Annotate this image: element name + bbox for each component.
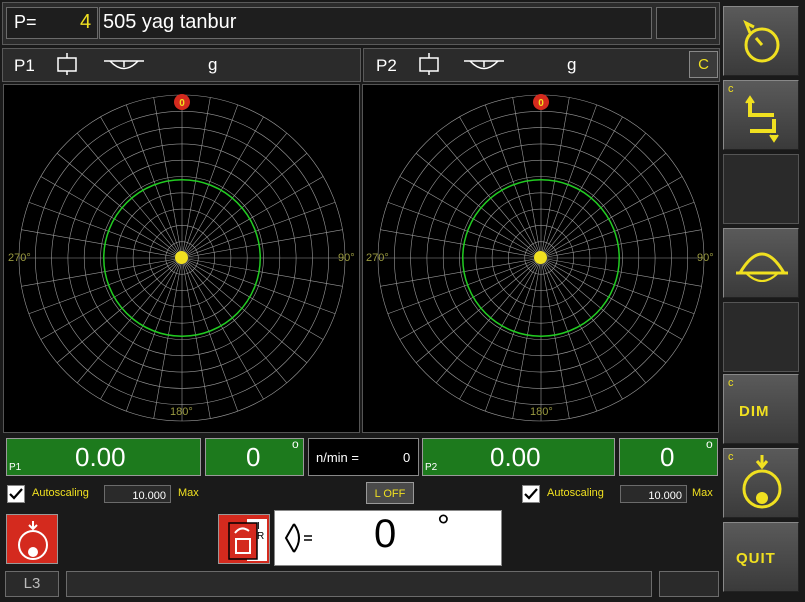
polar-grid-spoke xyxy=(540,132,647,259)
l-off-label: L OFF xyxy=(374,488,406,500)
transfer-button[interactable]: c xyxy=(723,80,799,150)
p1-amount: 0.00 xyxy=(75,442,126,472)
sensor-config-button[interactable] xyxy=(723,228,799,298)
quit-label: QUIT xyxy=(736,550,776,567)
polar-grid-spoke xyxy=(181,152,308,259)
plane2-c-button[interactable]: C xyxy=(689,51,718,78)
plane2-label: P2 xyxy=(376,56,397,75)
autoscaling-checkbox-p1[interactable] xyxy=(7,485,25,503)
zero-marker: 0 xyxy=(174,94,190,110)
angle-position-value: 0 xyxy=(374,512,397,556)
timer-icon xyxy=(743,19,780,63)
angle-position-unit: ° xyxy=(437,508,450,544)
angle-label-90: 90° xyxy=(338,252,355,264)
p2-degree-symbol: o xyxy=(706,437,713,451)
side-empty-1 xyxy=(723,154,799,224)
p2-amount: 0.00 xyxy=(490,442,541,472)
measure-cycle-button[interactable] xyxy=(723,6,799,76)
p1-angle: 0 xyxy=(246,442,261,472)
rotor-stop-icon xyxy=(18,521,48,560)
check-icon xyxy=(9,488,23,500)
plane-position-icon xyxy=(57,53,77,75)
side-empty-2 xyxy=(723,302,799,372)
program-label: P= xyxy=(14,12,37,32)
polar-grid-spoke xyxy=(415,257,542,364)
polar-grid-spoke xyxy=(76,132,183,259)
unbalance-point xyxy=(175,251,188,264)
autoscaling-label-p1: Autoscaling xyxy=(32,487,89,499)
polar-grid-spoke xyxy=(181,257,288,384)
sensor-icon xyxy=(464,60,504,70)
speed-value: 0 xyxy=(403,450,411,465)
speed-label: n/min = xyxy=(316,450,359,465)
p1-tag: P1 xyxy=(9,462,22,473)
check-icon xyxy=(524,488,538,500)
brake-button[interactable] xyxy=(6,514,58,564)
autoscaling-label-p2: Autoscaling xyxy=(547,487,604,499)
plane2-unit: g xyxy=(567,55,577,74)
header-extra-box xyxy=(656,7,716,39)
plane-position-icon xyxy=(419,53,439,75)
plane1-label: P1 xyxy=(14,56,35,75)
max-label-p1: Max xyxy=(178,487,199,499)
angle-label-180: 180° xyxy=(170,406,193,418)
rotor-position-button[interactable]: c xyxy=(723,448,799,518)
polar-grid-spoke xyxy=(76,257,183,384)
rotor-name: 505 yag tanbur xyxy=(103,11,237,33)
zero-marker-label: 0 xyxy=(179,98,185,109)
p2-angle: 0 xyxy=(660,442,675,472)
status-message-box xyxy=(66,571,652,597)
polar-grid-spoke xyxy=(435,257,542,384)
autoscale-max-value-p1: 10.000 xyxy=(132,490,166,502)
autoscaling-checkbox-p2[interactable] xyxy=(522,485,540,503)
autoscale-max-input-p1[interactable]: 10.000 xyxy=(104,485,171,503)
p2-tag: P2 xyxy=(425,462,438,473)
autoscale-max-value-p2: 10.000 xyxy=(648,490,682,502)
status-extra-box xyxy=(659,571,719,597)
plane2-header xyxy=(363,48,720,82)
l-off-button[interactable]: L OFF xyxy=(366,482,414,504)
side-c-label: c xyxy=(728,83,734,95)
zero-marker: 0 xyxy=(533,94,549,110)
polar-grid-spoke xyxy=(415,152,542,259)
polar-grid-spoke xyxy=(56,152,183,259)
sensor-gauge-icon xyxy=(736,252,788,282)
dim-label: DIM xyxy=(739,403,770,420)
polar-grid-spoke xyxy=(181,132,288,259)
p1-degree-symbol: o xyxy=(292,437,299,451)
polar-grid-spoke xyxy=(435,132,542,259)
program-number: 4 xyxy=(80,11,92,33)
max-label-p2: Max xyxy=(692,487,713,499)
plane1-unit: g xyxy=(208,55,218,74)
polar-grid-spoke xyxy=(540,152,667,259)
angle-pointer-icon xyxy=(284,523,312,553)
status-code-box: L3 xyxy=(5,571,59,597)
zero-marker-label: 0 xyxy=(538,98,544,109)
polar-grid-spoke xyxy=(540,257,667,364)
swap-arrows-icon xyxy=(745,95,779,143)
autoscale-max-input-p2[interactable]: 10.000 xyxy=(620,485,687,503)
angle-label-270: 270° xyxy=(8,252,31,264)
polar-grid-spoke xyxy=(181,257,308,364)
sensor-icon xyxy=(104,60,144,70)
unbalance-point xyxy=(534,251,547,264)
angle-label-180: 180° xyxy=(530,406,553,418)
dim-button[interactable]: c DIM xyxy=(723,374,799,444)
quit-button[interactable]: QUIT xyxy=(723,522,799,592)
angle-label-90: 90° xyxy=(697,252,714,264)
rotor-index-icon xyxy=(742,455,782,509)
angle-label-270: 270° xyxy=(366,252,389,264)
side-c-label: c xyxy=(728,377,734,389)
status-code: L3 xyxy=(23,575,41,592)
plane2-c-label: C xyxy=(698,56,709,73)
index-r-label: R xyxy=(257,531,265,542)
polar-grid-spoke xyxy=(540,257,647,384)
side-c-label: c xyxy=(728,451,734,463)
polar-grid-spoke xyxy=(56,257,183,364)
